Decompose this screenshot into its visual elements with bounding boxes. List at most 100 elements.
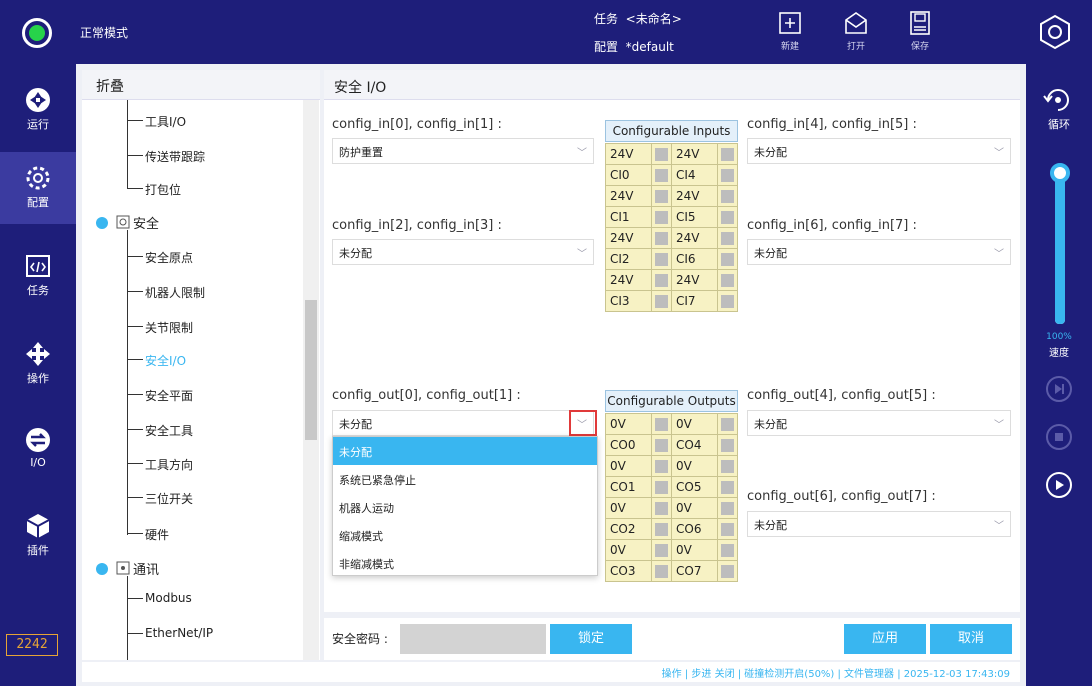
tree-collapse-header[interactable]: 折叠	[82, 70, 320, 100]
tree-item-safety-home[interactable]: 安全原点	[145, 249, 193, 266]
safety-password-input[interactable]	[400, 624, 546, 654]
tree-scroll-thumb[interactable]	[305, 300, 317, 440]
move-icon	[26, 342, 50, 366]
lock-button[interactable]: 锁定	[550, 624, 632, 654]
input-state-indicator	[717, 227, 738, 249]
config-out-0-1-dropdown[interactable]: 未分配 系统已紧急停止 机器人运动 缩减模式 非缩减模式	[332, 436, 598, 576]
stop-button[interactable]	[1046, 424, 1072, 450]
tree-item-pallet[interactable]: 打包位	[145, 181, 181, 198]
output-state-box	[721, 522, 734, 536]
output-cell: 0V	[605, 455, 652, 477]
cancel-button[interactable]: 取消	[930, 624, 1012, 654]
play-button[interactable]	[1046, 472, 1072, 498]
nav-io[interactable]: I/O	[0, 414, 76, 486]
tree-branch	[127, 120, 143, 121]
tree-item-enable-switch[interactable]: 三位开关	[145, 490, 193, 507]
robot-status-icon[interactable]	[22, 18, 52, 48]
input-row: CI0 CI4	[605, 164, 738, 186]
play-icon	[1056, 480, 1064, 490]
chevron-down-icon: ﹀	[994, 249, 1004, 260]
dropdown-option-unassigned[interactable]: 未分配	[333, 437, 597, 465]
dropdown-option-reduced[interactable]: 缩减模式	[333, 521, 597, 549]
apply-button[interactable]: 应用	[844, 624, 926, 654]
tree-expand-dot[interactable]	[96, 217, 108, 229]
nav-plugin-label: 插件	[27, 544, 49, 557]
chevron-down-icon: ﹀	[577, 148, 587, 159]
config-out-6-7-select[interactable]: 未分配 ﹀	[747, 511, 1011, 537]
output-row: CO2 CO6	[605, 518, 738, 540]
dropdown-option-not-reduced[interactable]: 非缩减模式	[333, 549, 597, 577]
input-cell: 24V	[671, 143, 718, 165]
input-state-box	[655, 294, 668, 308]
status-line: 操作 | 步进 关闭 | 碰撞检测开启(50%) | 文件管理器 | 2025-…	[82, 662, 1020, 682]
config-in-2-3-select[interactable]: 未分配 ﹀	[332, 239, 594, 265]
nav-task-label: 任务	[27, 284, 49, 297]
output-state-indicator	[651, 518, 672, 540]
config-tree-panel: 折叠 工具I/O 传送带跟踪 打包位 安全 安全原点 机器人限制 关节限制 安全…	[82, 70, 320, 660]
config-in-6-7-select[interactable]: 未分配 ﹀	[747, 239, 1011, 265]
chevron-down-icon: ﹀	[994, 148, 1004, 159]
tree-item-modbus[interactable]: Modbus	[145, 591, 192, 605]
config-in-4-5-select[interactable]: 未分配 ﹀	[747, 138, 1011, 164]
configurable-inputs-table: 24V 24V CI0 CI4 24V 24V CI1 CI5 24V 24V CI2 CI6 24V 2…	[605, 143, 738, 312]
dropdown-option-robot-moving[interactable]: 机器人运动	[333, 493, 597, 521]
nav-run[interactable]: 运行	[0, 74, 76, 146]
output-state-indicator	[651, 455, 672, 477]
input-state-box	[721, 231, 734, 245]
tree-item-hardware[interactable]: 硬件	[145, 526, 169, 543]
output-state-box	[721, 459, 734, 473]
tree-item-conveyor[interactable]: 传送带跟踪	[145, 148, 205, 165]
new-button[interactable]: 新建	[770, 10, 810, 58]
config-out-0-1-select[interactable]: 未分配 ﹀	[332, 410, 594, 436]
tree-branch	[127, 533, 143, 534]
tree-item-tool-io[interactable]: 工具I/O	[145, 113, 186, 130]
nav-config[interactable]: 配置	[0, 152, 76, 224]
output-cell: 0V	[671, 539, 718, 561]
dropdown-toggle-highlight[interactable]	[569, 410, 597, 436]
io-icon	[26, 428, 50, 452]
input-state-indicator	[651, 143, 672, 165]
tree-branch	[127, 633, 143, 634]
tree-item-joint-limit[interactable]: 关节限制	[145, 319, 193, 336]
tree-item-tool-direction[interactable]: 工具方向	[145, 456, 193, 473]
step-icon	[1055, 384, 1064, 394]
config-out-4-5-select[interactable]: 未分配 ﹀	[747, 410, 1011, 436]
tree-branch	[127, 188, 143, 189]
input-row: CI1 CI5	[605, 206, 738, 228]
speed-slider-knob[interactable]	[1050, 163, 1070, 183]
tree-node-safety[interactable]: 安全	[133, 213, 159, 232]
nav-move[interactable]: 操作	[0, 328, 76, 400]
tree-item-safety-plane[interactable]: 安全平面	[145, 387, 193, 404]
output-cell: 0V	[671, 413, 718, 435]
new-label: 新建	[780, 42, 799, 52]
page-title: 安全 I/O	[324, 70, 1020, 100]
dropdown-option-estop[interactable]: 系统已紧急停止	[333, 465, 597, 493]
tree-node-comm[interactable]: 通讯	[133, 559, 159, 578]
loop-icon[interactable]	[1042, 86, 1074, 114]
input-cell: 24V	[605, 143, 652, 165]
output-state-indicator	[717, 434, 738, 456]
cycle-counter: 2242	[6, 634, 58, 656]
output-state-indicator	[651, 413, 672, 435]
input-cell: CI5	[671, 206, 718, 228]
tree-item-safety-io[interactable]: 安全I/O	[145, 352, 186, 369]
step-button[interactable]	[1046, 376, 1072, 402]
tree-expand-dot[interactable]	[96, 563, 108, 575]
input-cell: 24V	[671, 227, 718, 249]
new-file-icon	[779, 12, 801, 34]
tree-scrollbar[interactable]	[303, 100, 319, 660]
nav-task[interactable]: 任务	[0, 240, 76, 312]
tree-item-robot-limit[interactable]: 机器人限制	[145, 284, 205, 301]
config-in-2-3-label: config_in[2], config_in[3] :	[332, 218, 502, 233]
tree-item-safety-tool[interactable]: 安全工具	[145, 422, 193, 439]
output-cell: CO5	[671, 476, 718, 498]
input-row: 24V 24V	[605, 143, 738, 165]
input-cell: CI1	[605, 206, 652, 228]
tree-item-ethernetip[interactable]: EtherNet/IP	[145, 626, 213, 640]
output-cell: CO1	[605, 476, 652, 498]
config-in-0-1-select[interactable]: 防护重置 ﹀	[332, 138, 594, 164]
input-row: 24V 24V	[605, 269, 738, 291]
nav-plugin[interactable]: 插件	[0, 500, 76, 572]
save-button[interactable]: 保存	[900, 10, 940, 58]
open-button[interactable]: 打开	[836, 10, 876, 58]
